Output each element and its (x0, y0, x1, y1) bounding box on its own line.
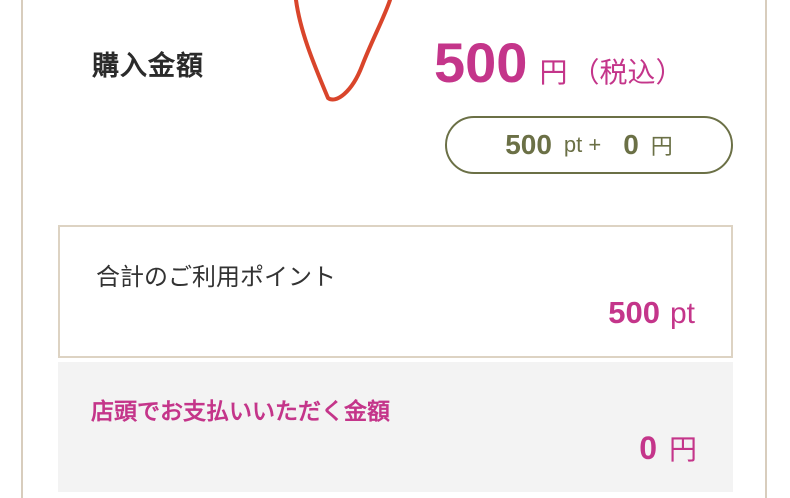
purchase-tax-note: （税込） (571, 56, 684, 89)
points-used-unit: pt (669, 297, 695, 330)
store-payment-number: 0 (639, 430, 657, 466)
breakdown-cash: 0 (623, 129, 639, 160)
purchase-price-amount: 500 (434, 31, 528, 94)
store-payment-unit: 円 (668, 433, 697, 466)
breakdown-points: 500 (505, 129, 552, 160)
purchase-price: 500 円（税込） (434, 30, 683, 95)
points-used-box: 合計のご利用ポイント 500 pt (58, 225, 733, 358)
points-used-title: 合計のご利用ポイント (96, 263, 336, 291)
points-used-value: 500 pt (608, 295, 695, 331)
points-used-number: 500 (608, 295, 660, 330)
store-payment-box: 店頭でお支払いいただく金額 0円 (58, 362, 733, 492)
payment-breakdown-pill: 500 pt + 0 円 (445, 116, 733, 174)
breakdown-cash-unit: 円 (650, 135, 673, 160)
purchase-amount-label: 購入金額 (92, 51, 204, 82)
store-payment-value: 0円 (639, 428, 697, 468)
purchase-price-unit: 円 (539, 56, 568, 89)
store-payment-title: 店頭でお支払いいただく金額 (91, 399, 390, 425)
breakdown-points-unit: pt + (563, 132, 602, 157)
